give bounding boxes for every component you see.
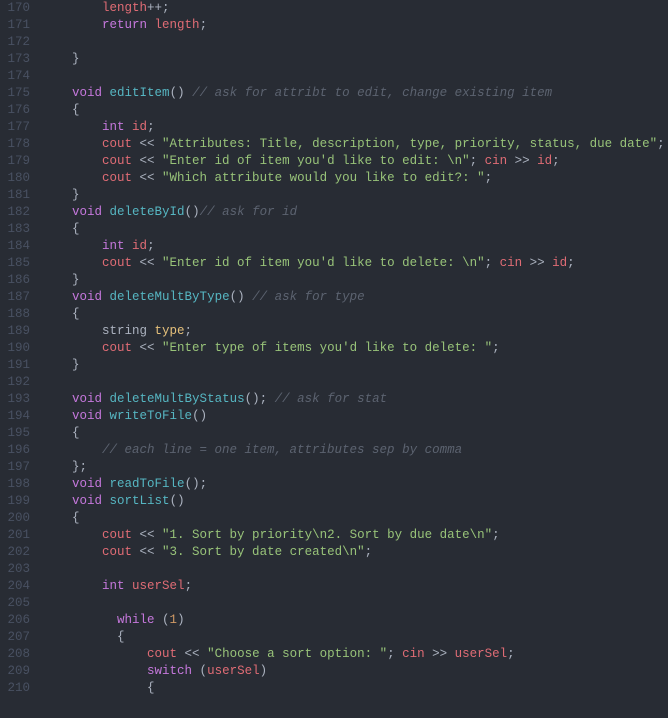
line-number: 176 [0, 102, 30, 119]
line-number: 178 [0, 136, 30, 153]
code-content[interactable]: length++; return length; } void editItem… [42, 0, 668, 718]
code-line[interactable] [42, 374, 668, 391]
code-line[interactable]: void editItem() // ask for attribt to ed… [42, 85, 668, 102]
line-number: 170 [0, 0, 30, 17]
line-number: 172 [0, 34, 30, 51]
line-number: 188 [0, 306, 30, 323]
code-line[interactable]: void sortList() [42, 493, 668, 510]
line-number: 200 [0, 510, 30, 527]
code-line[interactable]: { [42, 680, 668, 697]
code-line[interactable]: { [42, 425, 668, 442]
code-line[interactable]: void readToFile(); [42, 476, 668, 493]
code-line[interactable]: { [42, 102, 668, 119]
code-line[interactable]: cout << "Enter id of item you'd like to … [42, 255, 668, 272]
line-number: 171 [0, 17, 30, 34]
line-number: 191 [0, 357, 30, 374]
code-line[interactable]: cout << "Which attribute would you like … [42, 170, 668, 187]
code-line[interactable]: cout << "3. Sort by date created\n"; [42, 544, 668, 561]
line-number: 198 [0, 476, 30, 493]
code-line[interactable]: { [42, 306, 668, 323]
code-line[interactable]: int id; [42, 238, 668, 255]
code-line[interactable]: cout << "Enter type of items you'd like … [42, 340, 668, 357]
code-line[interactable]: { [42, 221, 668, 238]
line-number-gutter: 1701711721731741751761771781791801811821… [0, 0, 42, 718]
line-number: 186 [0, 272, 30, 289]
code-line[interactable]: int userSel; [42, 578, 668, 595]
line-number: 185 [0, 255, 30, 272]
code-line[interactable]: void deleteById()// ask for id [42, 204, 668, 221]
code-line[interactable]: length++; [42, 0, 668, 17]
line-number: 179 [0, 153, 30, 170]
code-line[interactable]: while (1) [42, 612, 668, 629]
line-number: 199 [0, 493, 30, 510]
code-line[interactable] [42, 561, 668, 578]
line-number: 202 [0, 544, 30, 561]
line-number: 180 [0, 170, 30, 187]
code-line[interactable]: return length; [42, 17, 668, 34]
code-line[interactable]: void deleteMultByStatus(); // ask for st… [42, 391, 668, 408]
code-line[interactable] [42, 68, 668, 85]
code-editor: 1701711721731741751761771781791801811821… [0, 0, 668, 718]
line-number: 182 [0, 204, 30, 221]
line-number: 209 [0, 663, 30, 680]
line-number: 204 [0, 578, 30, 595]
code-line[interactable]: { [42, 510, 668, 527]
code-line[interactable]: }; [42, 459, 668, 476]
code-line[interactable]: // each line = one item, attributes sep … [42, 442, 668, 459]
code-line[interactable]: } [42, 51, 668, 68]
line-number: 173 [0, 51, 30, 68]
line-number: 205 [0, 595, 30, 612]
code-line[interactable]: int id; [42, 119, 668, 136]
code-line[interactable] [42, 595, 668, 612]
code-line[interactable]: cout << "Attributes: Title, description,… [42, 136, 668, 153]
code-line[interactable]: void deleteMultByType() // ask for type [42, 289, 668, 306]
code-line[interactable]: cout << "Enter id of item you'd like to … [42, 153, 668, 170]
line-number: 181 [0, 187, 30, 204]
line-number: 208 [0, 646, 30, 663]
code-line[interactable]: { [42, 629, 668, 646]
line-number: 192 [0, 374, 30, 391]
code-line[interactable]: cout << "Choose a sort option: "; cin >>… [42, 646, 668, 663]
line-number: 177 [0, 119, 30, 136]
line-number: 193 [0, 391, 30, 408]
code-line[interactable]: cout << "1. Sort by priority\n2. Sort by… [42, 527, 668, 544]
line-number: 207 [0, 629, 30, 646]
line-number: 196 [0, 442, 30, 459]
line-number: 206 [0, 612, 30, 629]
code-line[interactable] [42, 34, 668, 51]
code-line[interactable]: } [42, 187, 668, 204]
code-line[interactable]: switch (userSel) [42, 663, 668, 680]
line-number: 194 [0, 408, 30, 425]
line-number: 184 [0, 238, 30, 255]
line-number: 201 [0, 527, 30, 544]
line-number: 195 [0, 425, 30, 442]
code-line[interactable]: string type; [42, 323, 668, 340]
line-number: 203 [0, 561, 30, 578]
line-number: 174 [0, 68, 30, 85]
line-number: 187 [0, 289, 30, 306]
line-number: 197 [0, 459, 30, 476]
line-number: 183 [0, 221, 30, 238]
code-line[interactable]: } [42, 357, 668, 374]
line-number: 190 [0, 340, 30, 357]
code-line[interactable]: void writeToFile() [42, 408, 668, 425]
code-line[interactable]: } [42, 272, 668, 289]
line-number: 189 [0, 323, 30, 340]
line-number: 175 [0, 85, 30, 102]
line-number: 210 [0, 680, 30, 697]
